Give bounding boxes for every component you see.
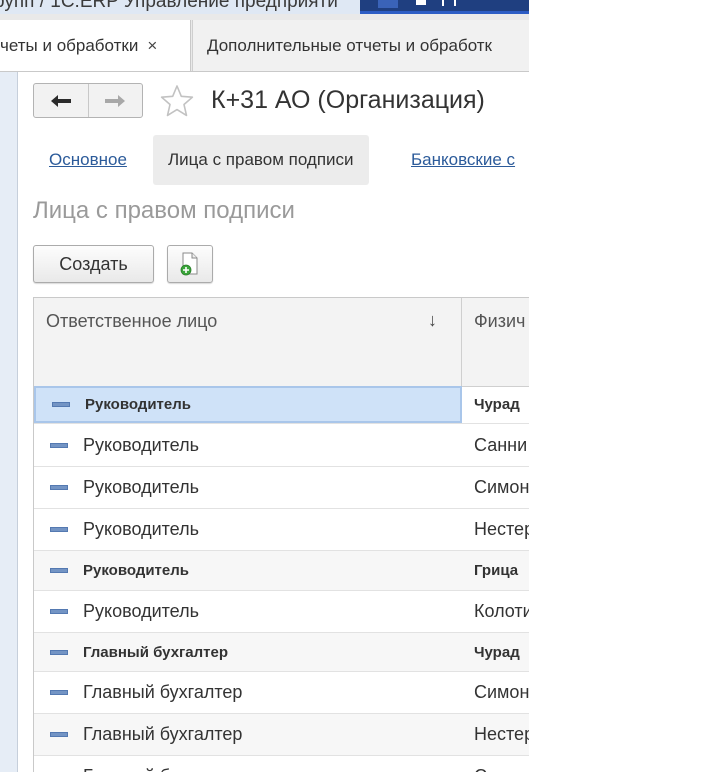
navigation-buttons xyxy=(33,83,143,118)
window-controls[interactable] xyxy=(360,0,529,14)
window-title: рупп / 1С:ERP Управление предприяти xyxy=(0,0,338,12)
row-marker-icon xyxy=(52,402,70,407)
tab-reports-and-processing[interactable]: четы и обработки × xyxy=(0,20,191,71)
tab-signatories[interactable]: Лица с правом подписи xyxy=(153,135,369,185)
copy-document-icon xyxy=(180,252,198,276)
row-marker-icon xyxy=(50,690,68,695)
row-marker-icon xyxy=(50,649,68,655)
close-icon[interactable]: × xyxy=(147,36,157,56)
column-header-person[interactable]: Физич xyxy=(462,298,529,386)
left-panel-strip xyxy=(0,72,18,772)
tab-main[interactable]: Основное xyxy=(49,135,127,185)
table-header: Ответственное лицо ↓ Физич xyxy=(34,298,529,387)
back-button[interactable] xyxy=(34,84,89,117)
section-title: Лица с правом подписи xyxy=(33,197,295,224)
table-row[interactable]: Руководитель Симон xyxy=(34,467,529,509)
table-row[interactable]: Главный бухгалтер Симон xyxy=(34,672,529,714)
table-row[interactable]: Руководитель Чурад xyxy=(34,386,529,424)
title-bar: рупп / 1С:ERP Управление предприяти xyxy=(0,0,529,14)
row-marker-icon xyxy=(50,485,68,490)
page-title: К+31 АО (Организация) xyxy=(211,86,485,114)
forward-button[interactable] xyxy=(89,84,143,117)
tab-bank-accounts[interactable]: Банковские с xyxy=(411,135,515,185)
minimize-icon[interactable] xyxy=(416,0,426,5)
tab-additional-reports[interactable]: Дополнительные отчеты и обработк xyxy=(192,20,529,71)
row-marker-icon xyxy=(50,568,68,573)
open-windows-tabstrip: четы и обработки × Дополнительные отчеты… xyxy=(0,14,529,72)
arrow-left-icon xyxy=(50,94,71,107)
row-marker-icon xyxy=(50,527,68,532)
application-window: рупп / 1С:ERP Управление предприяти четы… xyxy=(0,0,529,772)
window-control-icon[interactable] xyxy=(378,0,398,8)
maximize-icon[interactable] xyxy=(442,0,456,6)
star-icon[interactable] xyxy=(160,84,194,118)
row-marker-icon xyxy=(50,732,68,737)
section-tabs: Основное Лица с правом подписи Банковски… xyxy=(33,135,529,185)
table-row[interactable]: Руководитель Нестер xyxy=(34,509,529,551)
table-row[interactable]: Руководитель Грица xyxy=(34,551,529,591)
copy-button[interactable] xyxy=(167,245,213,283)
arrow-right-icon xyxy=(105,94,126,107)
table-row[interactable]: Главный бухгалтер Санни xyxy=(34,756,529,772)
tab-label: Дополнительные отчеты и обработк xyxy=(207,35,492,55)
signatories-table: Ответственное лицо ↓ Физич Руководитель … xyxy=(33,297,529,772)
column-header-responsible[interactable]: Ответственное лицо ↓ xyxy=(34,298,462,386)
sort-down-icon[interactable]: ↓ xyxy=(428,310,437,331)
row-marker-icon xyxy=(50,443,68,448)
table-row[interactable]: Главный бухгалтер Чурад xyxy=(34,633,529,672)
table-row[interactable]: Руководитель Санни xyxy=(34,425,529,467)
row-marker-icon xyxy=(50,609,68,614)
tab-label: четы и обработки xyxy=(0,35,139,55)
create-button[interactable]: Создать xyxy=(33,245,154,283)
table-row[interactable]: Главный бухгалтер Нестер xyxy=(34,714,529,756)
table-row[interactable]: Руководитель Колоти xyxy=(34,591,529,633)
